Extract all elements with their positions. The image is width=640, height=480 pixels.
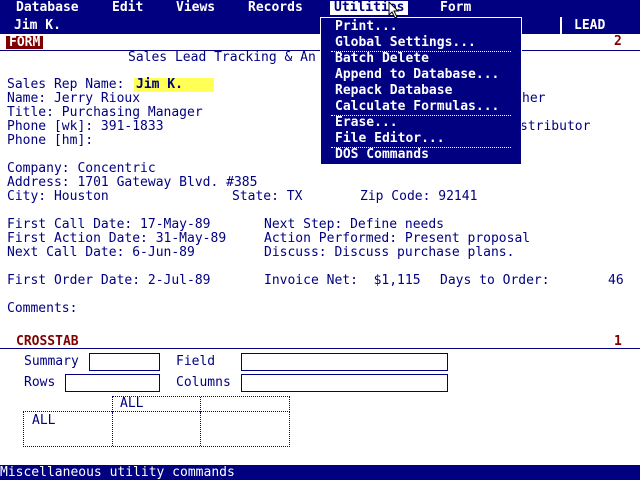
menu-item-batch-delete[interactable]: Batch Delete	[335, 52, 429, 66]
status-bar: Miscellaneous utility commands	[0, 465, 640, 480]
hidden-field-fragment-2: stributor	[520, 119, 591, 134]
next-call-date-field[interactable]: Next Call Date: 6-Jun-89	[7, 246, 195, 260]
next-step-field[interactable]: Next Step: Define needs	[264, 218, 444, 232]
grid-divider	[200, 412, 201, 446]
first-call-date-field[interactable]: First Call Date: 17-May-89	[7, 218, 211, 232]
user-name: Jim K.	[14, 18, 61, 33]
invoice-net-field[interactable]: Invoice Net: $1,115	[264, 274, 421, 288]
city-field[interactable]: City: Houston	[7, 190, 109, 204]
first-order-date-field[interactable]: First Order Date: 2-Jul-89	[7, 274, 211, 288]
crosstab-columns-label: Columns	[176, 375, 231, 390]
crosstab-summary-label: Summary	[24, 354, 79, 369]
menu-form[interactable]: Form	[440, 1, 471, 15]
crosstab-column-header: ALL	[120, 396, 144, 411]
name-field[interactable]: Name: Jerry Rioux	[7, 92, 140, 106]
crosstab-row-header: ALL	[32, 413, 56, 428]
view-name-box: LEAD	[560, 17, 640, 34]
menu-item-print[interactable]: Print...	[335, 20, 398, 34]
action-performed-field[interactable]: Action Performed: Present proposal	[264, 232, 530, 246]
menu-item-dos-commands[interactable]: DOS Commands	[335, 148, 429, 162]
comments-field[interactable]: Comments:	[7, 302, 77, 316]
crosstab-panel-header: CROSSTAB 1	[0, 334, 640, 349]
menu-bar: Database Edit Views Records Utilities Fo…	[0, 0, 640, 17]
crosstab-summary-input[interactable]	[89, 353, 160, 371]
crosstab-rows-label: Rows	[24, 375, 56, 390]
crosstab-columns-input[interactable]	[241, 374, 448, 392]
address-field[interactable]: Address: 1701 Gateway Blvd. #385	[7, 176, 257, 190]
menu-item-repack-database[interactable]: Repack Database	[335, 84, 452, 98]
phone-home-field[interactable]: Phone [hm]:	[7, 134, 93, 148]
first-action-date-field[interactable]: First Action Date: 31-May-89	[7, 232, 226, 246]
crosstab-grid[interactable]	[23, 411, 290, 447]
title-field[interactable]: Title: Purchasing Manager	[7, 106, 203, 120]
menu-database[interactable]: Database	[16, 1, 79, 15]
menu-edit[interactable]: Edit	[112, 1, 143, 15]
menu-views[interactable]: Views	[176, 1, 215, 15]
menu-item-append-database[interactable]: Append to Database...	[335, 68, 499, 82]
crosstab-panel-number: 1	[614, 334, 622, 349]
menu-item-erase[interactable]: Erase...	[335, 116, 398, 130]
crosstab-tag: CROSSTAB	[16, 334, 79, 349]
utilities-dropdown: Print... Global Settings... Batch Delete…	[320, 17, 522, 165]
form-title: Sales Lead Tracking & An	[128, 50, 316, 65]
hidden-field-fragment-1: her	[522, 91, 546, 106]
sales-rep-label: Sales Rep Name:	[7, 77, 125, 92]
grid-divider	[112, 412, 113, 446]
days-to-order-label: Days to Order:	[440, 273, 550, 288]
phone-work-field[interactable]: Phone [wk]: 391-1833	[7, 120, 164, 134]
grid-divider	[200, 397, 201, 412]
discuss-field[interactable]: Discuss: Discuss purchase plans.	[264, 246, 514, 260]
crosstab-field-label: Field	[176, 354, 216, 369]
zip-field[interactable]: Zip Code: 92141	[360, 190, 477, 204]
status-text: Miscellaneous utility commands	[0, 465, 235, 480]
state-field[interactable]: State: TX	[232, 190, 302, 204]
form-tag: FORM	[6, 36, 44, 49]
menu-item-file-editor[interactable]: File Editor...	[335, 132, 445, 146]
view-name: LEAD	[574, 18, 606, 33]
crosstab-rows-input[interactable]	[65, 374, 160, 392]
mouse-pointer-icon	[388, 1, 400, 19]
form-panel-number: 2	[614, 34, 622, 49]
days-to-order-value[interactable]: 46	[608, 274, 624, 288]
menu-item-global-settings[interactable]: Global Settings...	[335, 36, 476, 50]
menu-item-calculate-formulas[interactable]: Calculate Formulas...	[335, 100, 499, 114]
company-field[interactable]: Company: Concentric	[7, 162, 156, 176]
crosstab-field-input[interactable]	[241, 353, 448, 371]
menu-records[interactable]: Records	[248, 1, 303, 15]
sales-rep-field[interactable]: Jim K.	[134, 78, 214, 92]
